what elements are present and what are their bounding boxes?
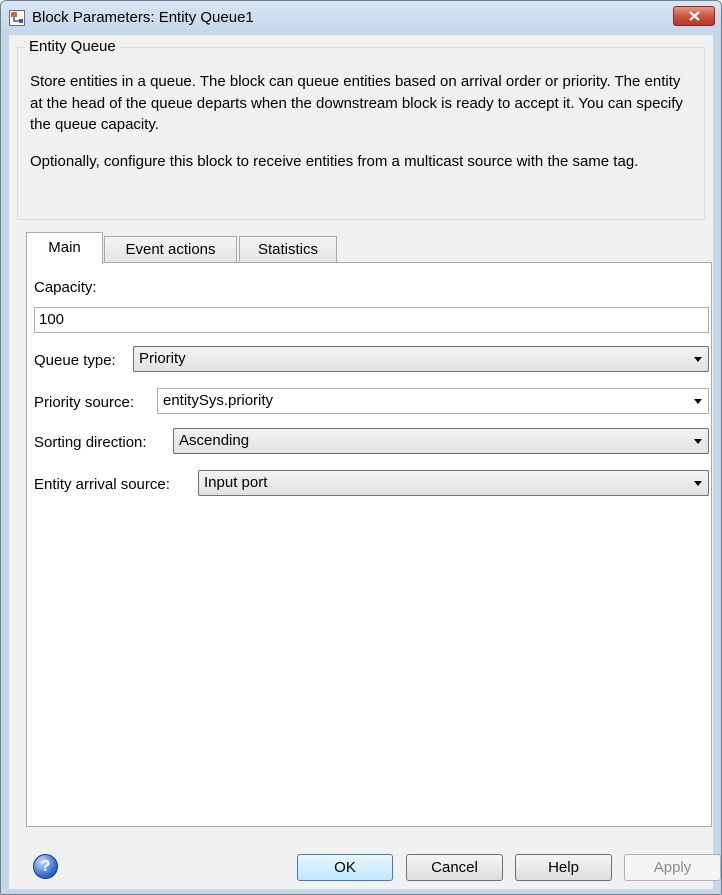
description-group: Entity Queue Store entities in a queue. …: [17, 38, 705, 220]
entity-arrival-source-label: Entity arrival source:: [34, 476, 170, 493]
window-title: Block Parameters: Entity Queue1: [32, 9, 254, 26]
close-button[interactable]: [673, 6, 715, 26]
simulink-block-icon: [9, 10, 25, 26]
cancel-button[interactable]: Cancel: [406, 854, 503, 881]
chevron-down-icon[interactable]: [694, 399, 702, 404]
close-icon: [689, 11, 700, 21]
sorting-direction-value: Ascending: [179, 432, 250, 449]
tab-main[interactable]: Main: [26, 232, 103, 264]
priority-source-combobox[interactable]: entitySys.priority: [157, 388, 709, 414]
description-paragraph-2: Optionally, configure this block to rece…: [30, 152, 639, 170]
main-tab-panel: Capacity: 100 Queue type: Priority Prior…: [26, 262, 712, 827]
dialog-window: Block Parameters: Entity Queue1 Entity Q…: [0, 0, 722, 895]
sorting-direction-dropdown[interactable]: Ascending: [173, 428, 709, 454]
entity-arrival-source-dropdown[interactable]: Input port: [198, 470, 709, 496]
description-paragraph-1: Store entities in a queue. The block can…: [30, 73, 683, 133]
sorting-direction-label: Sorting direction:: [34, 434, 147, 451]
queue-type-dropdown[interactable]: Priority: [133, 346, 709, 372]
tab-event-actions[interactable]: Event actions: [104, 236, 237, 262]
queue-type-value: Priority: [139, 350, 186, 367]
title-bar[interactable]: Block Parameters: Entity Queue1: [1, 1, 721, 35]
ok-button[interactable]: OK: [297, 854, 393, 881]
apply-button[interactable]: Apply: [624, 854, 721, 881]
priority-source-value: entitySys.priority: [163, 392, 274, 409]
description-group-title: Entity Queue: [25, 38, 120, 55]
chevron-down-icon: [694, 439, 702, 444]
capacity-field[interactable]: 100: [34, 307, 709, 333]
description-text: Store entities in a queue. The block can…: [30, 71, 695, 187]
queue-type-label: Queue type:: [34, 352, 116, 369]
tab-statistics[interactable]: Statistics: [239, 236, 337, 262]
dialog-body: Entity Queue Store entities in a queue. …: [9, 35, 721, 889]
capacity-label: Capacity:: [34, 279, 97, 296]
help-button[interactable]: Help: [515, 854, 612, 881]
chevron-down-icon: [694, 357, 702, 362]
chevron-down-icon: [694, 481, 702, 486]
help-icon[interactable]: ?: [33, 854, 58, 879]
entity-arrival-source-value: Input port: [204, 474, 268, 491]
priority-source-label: Priority source:: [34, 394, 135, 411]
